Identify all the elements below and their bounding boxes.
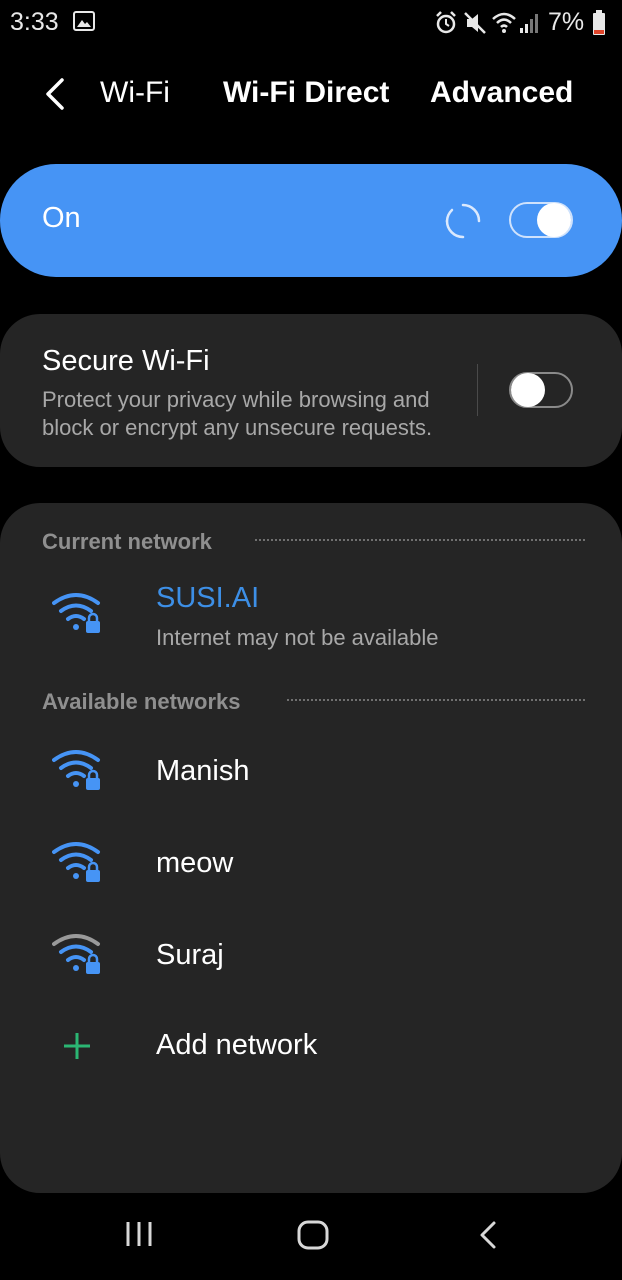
battery-icon: [593, 10, 605, 35]
wifi-switch-label: On: [42, 202, 81, 234]
network-item-name[interactable]: Manish: [156, 755, 250, 788]
current-network-header: Current network: [42, 529, 212, 554]
current-network-name[interactable]: SUSI.AI: [156, 582, 259, 615]
battery-percent: 7%: [548, 8, 585, 36]
wifi-master-switch-card[interactable]: On: [0, 164, 622, 277]
loading-spinner-icon: [445, 203, 481, 239]
wifi-locked-icon[interactable]: [52, 591, 104, 637]
wifi-toggle[interactable]: [509, 201, 573, 239]
wifi-locked-icon: [52, 842, 100, 882]
wifi-locked-icon: [52, 750, 100, 790]
gallery-icon: [73, 11, 95, 31]
tab-advanced[interactable]: Advanced: [430, 76, 573, 110]
status-time: 3:33: [10, 8, 59, 36]
network-item-name[interactable]: Suraj: [156, 939, 224, 972]
current-network-status: Internet may not be available: [156, 625, 439, 650]
status-icons: 7%: [434, 6, 614, 38]
divider: [477, 364, 478, 416]
tab-wifi-direct[interactable]: Wi-Fi Direct: [223, 76, 389, 110]
wifi-status-icon: [492, 12, 516, 33]
network-item-name[interactable]: meow: [156, 847, 233, 880]
secure-wifi-toggle[interactable]: [509, 371, 573, 409]
available-networks-header: Available networks: [42, 689, 241, 714]
divider: [255, 539, 585, 541]
bottom-navigation-bar: [0, 1196, 622, 1280]
plus-icon: [64, 1033, 90, 1059]
add-network-button[interactable]: Add network: [156, 1029, 317, 1062]
secure-wifi-description: Protect your privacy while browsing and …: [42, 387, 433, 440]
status-bar: 3:33 7%: [0, 0, 622, 44]
back-arrow-icon[interactable]: [38, 74, 74, 114]
signal-icon: [520, 14, 538, 33]
divider: [287, 699, 585, 701]
vibrate-icon: [464, 12, 486, 34]
back-icon[interactable]: [476, 1220, 500, 1250]
home-icon[interactable]: [297, 1220, 329, 1250]
alarm-icon: [436, 11, 456, 34]
secure-wifi-title: Secure Wi-Fi: [42, 345, 210, 377]
top-nav: Wi-Fi Wi-Fi Direct Advanced: [0, 60, 622, 130]
tab-wifi: Wi-Fi: [100, 76, 170, 109]
recents-icon[interactable]: [124, 1220, 154, 1248]
wifi-locked-icon: [52, 934, 100, 974]
